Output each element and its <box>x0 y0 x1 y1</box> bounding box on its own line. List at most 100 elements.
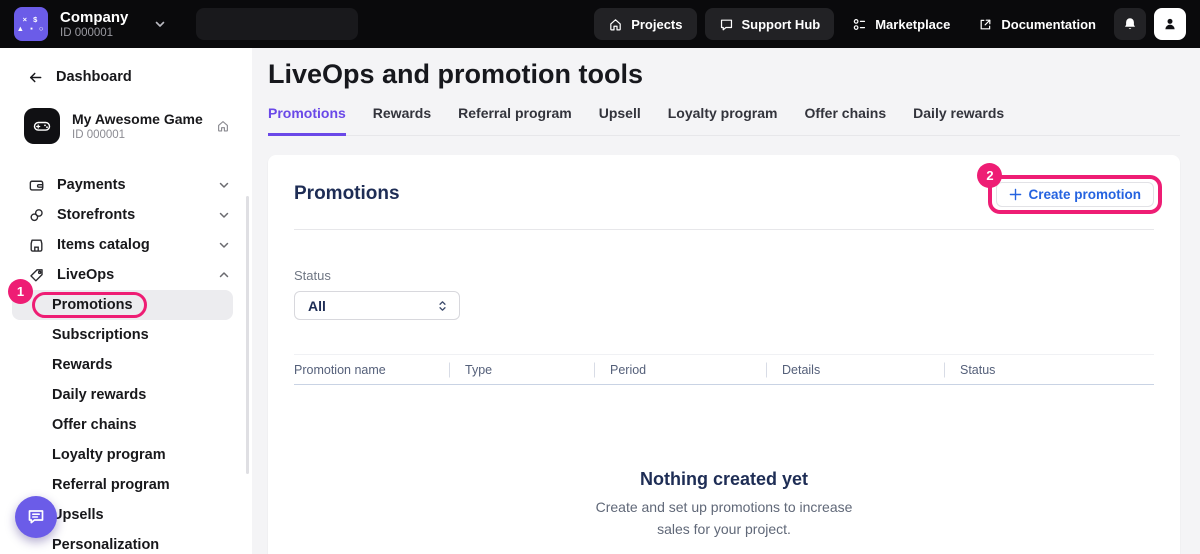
back-label: Dashboard <box>56 69 132 85</box>
sidebar-item-promotions[interactable]: 1 Promotions <box>12 290 233 320</box>
shop-icon <box>28 237 45 254</box>
sidebar-item-daily-rewards[interactable]: Daily rewards <box>0 380 252 410</box>
marketplace-link-label: Marketplace <box>875 17 950 32</box>
support-chat-fab[interactable] <box>15 496 57 538</box>
empty-state-description: Create and set up promotions to increase… <box>588 496 860 540</box>
sidebar-item-label: Daily rewards <box>52 387 146 403</box>
sidebar-item-label: Storefronts <box>57 207 135 223</box>
empty-state: Nothing created yet Create and set up pr… <box>268 469 1180 540</box>
sidebar-item-offer-chains[interactable]: Offer chains <box>0 410 252 440</box>
sidebar-item-subscriptions[interactable]: Subscriptions <box>0 320 252 350</box>
account-button[interactable] <box>1154 8 1186 40</box>
chevron-up-icon <box>218 269 230 281</box>
card-header: Promotions 2 Create promotion <box>268 155 1180 207</box>
sidebar-item-label: Payments <box>57 177 126 193</box>
sidebar-item-label: Personalization <box>52 537 159 553</box>
marketplace-link[interactable]: Marketplace <box>852 17 950 32</box>
sidebar-item-label: Rewards <box>52 357 112 373</box>
main-content: LiveOps and promotion tools Promotions R… <box>252 48 1200 554</box>
create-promotion-button[interactable]: Create promotion <box>996 182 1154 207</box>
documentation-link-label: Documentation <box>1001 17 1096 32</box>
home-icon <box>608 17 623 32</box>
chat-icon <box>719 17 734 32</box>
project-id: ID 000001 <box>72 128 203 142</box>
support-hub-button[interactable]: Support Hub <box>705 8 835 40</box>
chevron-down-icon <box>218 209 230 221</box>
sidebar-item-loyalty-program[interactable]: Loyalty program <box>0 440 252 470</box>
create-promotion-wrap: 2 Create promotion <box>996 182 1154 207</box>
projects-button-label: Projects <box>631 17 682 32</box>
status-select[interactable]: All <box>294 291 460 320</box>
topbar-placeholder-box <box>196 8 358 40</box>
bell-icon <box>1122 16 1138 32</box>
column-header-period[interactable]: Period <box>594 363 766 377</box>
status-filter: Status All <box>294 268 1154 320</box>
sidebar: Dashboard My Awesome Game ID 000001 Paym… <box>0 48 252 554</box>
logo-glyph-row: × $ <box>23 16 40 24</box>
company-logo[interactable]: × $ ▲ ▪ ○ <box>14 7 48 41</box>
chevron-down-icon <box>218 239 230 251</box>
tab-bar: Promotions Rewards Referral program Upse… <box>268 105 1180 136</box>
tab-rewards[interactable]: Rewards <box>373 105 431 136</box>
card-title: Promotions <box>294 183 400 205</box>
sidebar-item-label: Upsells <box>52 507 104 523</box>
home-icon[interactable] <box>216 119 230 133</box>
company-name: Company <box>60 9 128 26</box>
card-divider <box>294 229 1154 230</box>
list-icon <box>852 17 867 32</box>
column-header-type[interactable]: Type <box>449 363 594 377</box>
tab-referral-program[interactable]: Referral program <box>458 105 572 136</box>
notifications-button[interactable] <box>1114 8 1146 40</box>
empty-state-title: Nothing created yet <box>640 469 808 490</box>
plus-icon <box>1009 188 1022 201</box>
tab-offer-chains[interactable]: Offer chains <box>804 105 886 136</box>
projects-button[interactable]: Projects <box>594 8 696 40</box>
logo-glyph-row: ▲ ▪ ○ <box>17 25 46 33</box>
user-icon <box>1162 16 1178 32</box>
project-selector[interactable]: My Awesome Game ID 000001 <box>24 108 230 144</box>
topbar: × $ ▲ ▪ ○ Company ID 000001 Projects Sup… <box>0 0 1200 48</box>
tab-daily-rewards[interactable]: Daily rewards <box>913 105 1004 136</box>
back-to-dashboard[interactable]: Dashboard <box>0 62 252 92</box>
sidebar-item-liveops[interactable]: LiveOps <box>0 260 252 290</box>
sidebar-item-label: Offer chains <box>52 417 137 433</box>
chat-bubble-icon <box>25 506 47 528</box>
support-hub-button-label: Support Hub <box>742 17 821 32</box>
table-header-row: Promotion name Type Period Details Statu… <box>294 354 1154 385</box>
project-name: My Awesome Game <box>72 111 203 128</box>
status-filter-label: Status <box>294 268 1154 283</box>
external-link-icon <box>978 17 993 32</box>
sidebar-item-label: Referral program <box>52 477 170 493</box>
sidebar-item-label: Loyalty program <box>52 447 166 463</box>
sidebar-scrollbar[interactable] <box>246 196 249 474</box>
chevron-down-icon[interactable] <box>154 18 166 30</box>
select-chevrons-icon <box>436 299 449 313</box>
tab-loyalty-program[interactable]: Loyalty program <box>668 105 778 136</box>
documentation-link[interactable]: Documentation <box>978 17 1096 32</box>
topbar-nav: Projects Support Hub Marketplace <box>594 8 1186 40</box>
page-title: LiveOps and promotion tools <box>268 57 1180 91</box>
company-id: ID 000001 <box>60 26 128 40</box>
sidebar-item-items-catalog[interactable]: Items catalog <box>0 230 252 260</box>
column-header-promotion-name[interactable]: Promotion name <box>294 363 449 377</box>
sidebar-item-label: LiveOps <box>57 267 114 283</box>
sidebar-item-rewards[interactable]: Rewards <box>0 350 252 380</box>
column-header-details[interactable]: Details <box>766 363 944 377</box>
sidebar-item-label: Promotions <box>52 297 133 313</box>
status-select-value: All <box>308 298 326 314</box>
sidebar-item-payments[interactable]: Payments <box>0 170 252 200</box>
column-header-status[interactable]: Status <box>944 363 1154 377</box>
project-meta: My Awesome Game ID 000001 <box>72 111 203 142</box>
sidebar-item-label: Subscriptions <box>52 327 149 343</box>
promotions-card: Promotions 2 Create promotion Status <box>268 155 1180 554</box>
company-switcher[interactable]: Company ID 000001 <box>60 9 128 40</box>
tab-upsell[interactable]: Upsell <box>599 105 641 136</box>
chevron-down-icon <box>218 179 230 191</box>
sidebar-item-storefronts[interactable]: Storefronts <box>0 200 252 230</box>
gamepad-icon <box>24 108 60 144</box>
back-arrow-icon <box>28 70 43 85</box>
sidebar-item-label: Items catalog <box>57 237 150 253</box>
tab-promotions[interactable]: Promotions <box>268 105 346 136</box>
tags-icon <box>28 207 45 224</box>
create-promotion-label: Create promotion <box>1028 187 1141 202</box>
